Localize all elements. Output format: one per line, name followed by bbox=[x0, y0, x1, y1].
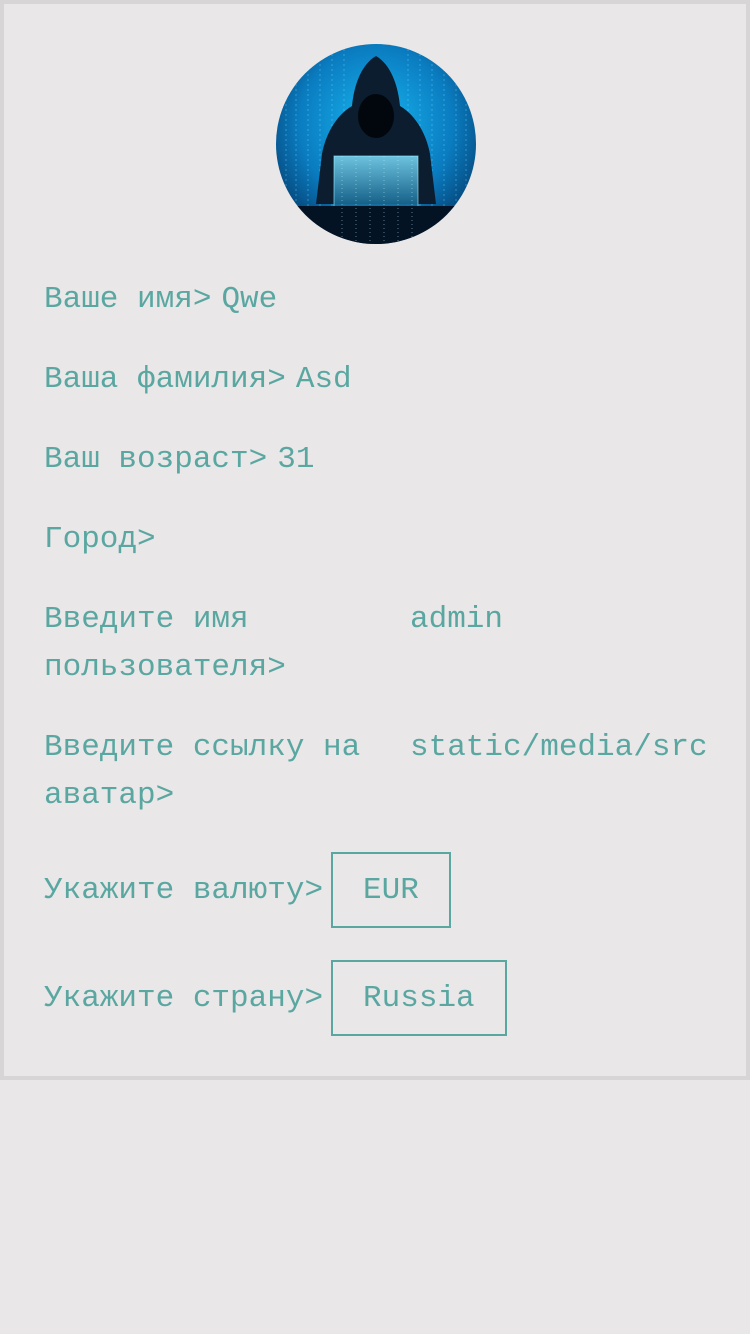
username-value[interactable]: admin bbox=[410, 596, 706, 644]
city-label: Город> bbox=[44, 522, 156, 557]
first-name-value[interactable]: Qwe bbox=[221, 282, 277, 317]
country-label: Укажите страну> bbox=[44, 980, 324, 1016]
country-row: Укажите страну> Russia bbox=[44, 960, 507, 1036]
username-row: Введите имя пользователя> admin bbox=[44, 596, 706, 692]
first-name-label: Ваше имя> bbox=[44, 282, 212, 317]
city-row: Город> bbox=[44, 516, 166, 564]
username-label: Введите имя пользователя> bbox=[44, 602, 286, 685]
currency-row: Укажите валюту> EUR bbox=[44, 852, 451, 928]
hacker-avatar-image bbox=[276, 44, 476, 244]
currency-label: Укажите валюту> bbox=[44, 872, 324, 908]
avatar bbox=[276, 44, 476, 244]
first-name-row: Ваше имя> Qwe bbox=[44, 276, 277, 324]
avatar-link-row: Введите ссылку на аватар> static/media/s… bbox=[44, 724, 706, 820]
profile-card: Ваше имя> Qwe Ваша фамилия> Asd Ваш возрас… bbox=[0, 0, 750, 1080]
avatar-link-label: Введите ссылку на аватар> bbox=[44, 730, 361, 813]
last-name-label: Ваша фамилия> bbox=[44, 362, 286, 397]
currency-select[interactable]: EUR bbox=[331, 852, 451, 928]
last-name-value[interactable]: Asd bbox=[296, 362, 352, 397]
avatar-link-value[interactable]: static/media/src bbox=[410, 724, 706, 772]
age-label: Ваш возраст> bbox=[44, 442, 268, 477]
age-row: Ваш возраст> 31 bbox=[44, 436, 314, 484]
country-select[interactable]: Russia bbox=[331, 960, 507, 1036]
last-name-row: Ваша фамилия> Asd bbox=[44, 356, 352, 404]
age-value[interactable]: 31 bbox=[277, 442, 314, 477]
